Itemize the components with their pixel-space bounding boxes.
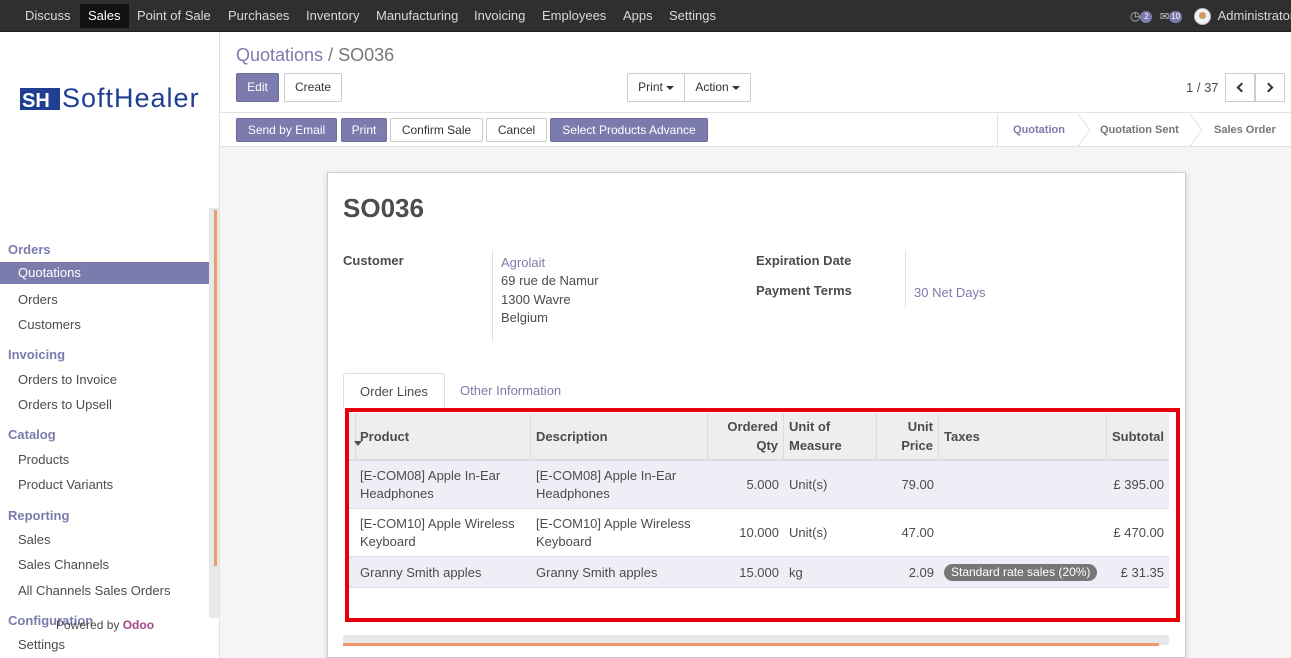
menu-settings[interactable]: Settings — [661, 0, 724, 32]
chat-icon: ✉ — [1160, 11, 1170, 23]
status-quotation[interactable]: Quotation — [1013, 114, 1065, 146]
top-navbar: Discuss Sales Point of Sale Purchases In… — [0, 0, 1291, 32]
menu-sales[interactable]: Sales — [80, 4, 129, 28]
print-dropdown[interactable]: Print — [627, 73, 685, 102]
sidebar-item-sales-channels[interactable]: Sales Channels — [18, 557, 109, 572]
sidebar-item-sales[interactable]: Sales — [18, 532, 51, 547]
sidebar-item-settings[interactable]: Settings — [18, 637, 65, 652]
field-divider — [492, 250, 493, 342]
print-button[interactable]: Print — [341, 118, 387, 142]
company-logo: SH SoftHealer — [18, 83, 203, 114]
pager-previous-button[interactable] — [1225, 73, 1255, 102]
activity-icon: ◷ — [1130, 9, 1141, 23]
create-button[interactable]: Create — [284, 73, 342, 102]
field-divider — [905, 250, 906, 308]
sidebar-item-products[interactable]: Products — [18, 452, 69, 467]
powered-by-brand[interactable]: Odoo — [123, 618, 154, 632]
sidebar-section-catalog[interactable]: Catalog — [8, 427, 56, 442]
pager-next-button[interactable] — [1255, 73, 1285, 102]
menu-purchases[interactable]: Purchases — [220, 0, 297, 32]
chevron-down-icon — [731, 85, 740, 90]
sidebar-item-product-variants[interactable]: Product Variants — [18, 477, 113, 492]
chevron-left-icon — [1236, 82, 1247, 93]
expiration-date-label: Expiration Date — [756, 253, 852, 268]
menu-apps[interactable]: Apps — [615, 0, 661, 32]
pager-value[interactable]: 1 / 37 — [1186, 80, 1219, 95]
address-line-2: 1300 Wavre — [501, 292, 571, 307]
address-line-3: Belgium — [501, 310, 548, 325]
confirm-sale-button[interactable]: Confirm Sale — [390, 118, 483, 142]
powered-by: Powered by Odoo — [56, 618, 154, 632]
menu-employees[interactable]: Employees — [534, 0, 614, 32]
status-arrow-icon — [1077, 114, 1091, 146]
sidebar-item-orders-to-upsell[interactable]: Orders to Upsell — [18, 397, 112, 412]
activity-menu[interactable]: ◷ 2 — [1130, 0, 1153, 32]
edit-button[interactable]: Edit — [236, 73, 279, 102]
menu-manufacturing[interactable]: Manufacturing — [368, 0, 466, 32]
address-line-1: 69 rue de Namur — [501, 273, 599, 288]
sidebar-section-reporting[interactable]: Reporting — [8, 508, 69, 523]
activity-count: 2 — [1140, 10, 1153, 23]
status-sales-order[interactable]: Sales Order — [1214, 114, 1276, 146]
breadcrumb: Quotations / SO036 — [236, 45, 394, 66]
sidebar-section-orders[interactable]: Orders — [8, 242, 51, 257]
totals-accent-line — [343, 643, 1159, 646]
send-by-email-button[interactable]: Send by Email — [236, 118, 337, 142]
status-quotation-sent[interactable]: Quotation Sent — [1100, 114, 1179, 146]
logo-text: SoftHealer — [62, 83, 200, 113]
statusbar-divider — [997, 114, 998, 146]
tab-order-lines[interactable]: Order Lines — [343, 373, 445, 409]
chevron-right-icon — [1263, 82, 1274, 93]
payment-terms-link[interactable]: 30 Net Days — [914, 285, 986, 300]
select-products-advance-button[interactable]: Select Products Advance — [550, 118, 708, 142]
sidebar-scrollbar-thumb[interactable] — [214, 210, 217, 566]
sidebar-section-invoicing[interactable]: Invoicing — [8, 347, 65, 362]
sidebar-item-orders[interactable]: Orders — [18, 292, 58, 307]
messages-menu[interactable]: ✉ 10 — [1160, 0, 1183, 32]
sidebar-item-quotations[interactable]: Quotations — [0, 262, 209, 284]
menu-point-of-sale[interactable]: Point of Sale — [129, 0, 219, 32]
menu-invoicing[interactable]: Invoicing — [466, 0, 533, 32]
user-name: Administrator — [1217, 8, 1291, 23]
user-menu[interactable]: Administrator — [1194, 0, 1291, 32]
highlight-box — [345, 408, 1180, 622]
menu-inventory[interactable]: Inventory — [298, 0, 367, 32]
breadcrumb-parent[interactable]: Quotations — [236, 45, 323, 65]
sidebar-item-orders-to-invoice[interactable]: Orders to Invoice — [18, 372, 117, 387]
messages-count: 10 — [1169, 10, 1183, 23]
tab-other-information[interactable]: Other Information — [444, 373, 577, 409]
breadcrumb-separator: / — [328, 45, 334, 65]
print-dropdown-label: Print — [638, 80, 663, 94]
sidebar-item-customers[interactable]: Customers — [18, 317, 81, 332]
action-dropdown-label: Action — [695, 80, 729, 94]
customer-link[interactable]: Agrolait — [501, 255, 545, 270]
avatar — [1194, 8, 1211, 26]
svg-text:SH: SH — [22, 90, 50, 112]
chevron-down-icon — [665, 85, 674, 90]
status-arrow-icon — [1189, 114, 1203, 146]
payment-terms-label: Payment Terms — [756, 283, 852, 298]
customer-label: Customer — [343, 253, 404, 268]
action-dropdown[interactable]: Action — [684, 73, 751, 102]
breadcrumb-current: SO036 — [338, 45, 395, 65]
powered-by-label: Powered by — [56, 618, 120, 632]
sidebar-item-all-channels-sales-orders[interactable]: All Channels Sales Orders — [18, 583, 170, 598]
menu-discuss[interactable]: Discuss — [17, 0, 79, 32]
control-panel-divider — [220, 112, 1291, 113]
page-title: SO036 — [343, 193, 424, 223]
cancel-button[interactable]: Cancel — [486, 118, 547, 142]
